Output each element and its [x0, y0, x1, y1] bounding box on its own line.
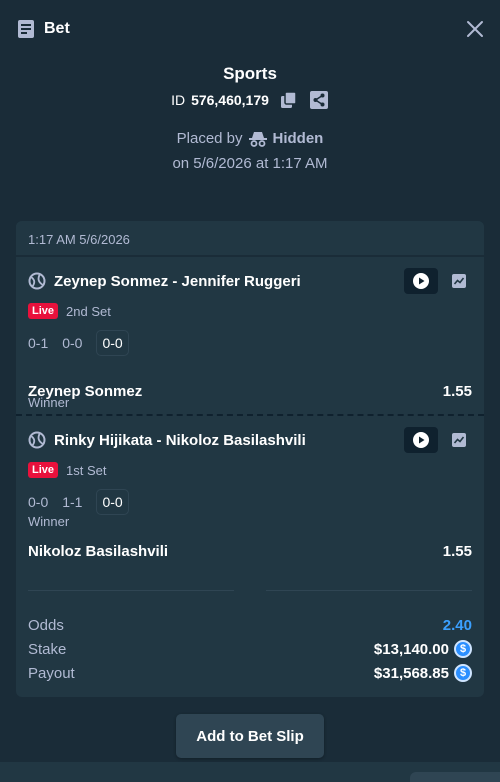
set-score: 1-1 — [62, 494, 83, 510]
selection-row: Nikoloz Basilashvili 1.55 — [28, 543, 472, 560]
usdc-coin-icon: $ — [454, 640, 472, 658]
match-actions — [404, 268, 472, 294]
live-badge: Live — [28, 462, 59, 478]
stats-button[interactable] — [446, 268, 472, 294]
header-title-wrap: Bet — [16, 19, 70, 39]
live-badge: Live — [28, 303, 59, 319]
modal-header: Bet — [0, 0, 500, 60]
placed-by-name: Hidden — [272, 130, 324, 147]
payout-label: Payout — [28, 664, 75, 682]
totals-divider-left — [28, 590, 234, 591]
bet-slip-icon — [18, 20, 34, 38]
payout-value: $31,568.85 — [373, 664, 449, 682]
play-icon — [413, 273, 429, 289]
status-row: Live 1st Set — [28, 462, 106, 478]
payout-value-wrap: $31,568.85 $ — [374, 664, 472, 682]
set-score: 0-0 — [28, 494, 49, 510]
match-actions — [404, 427, 472, 453]
bet-summary: Sports ID 576,460,179 Placed by Hidden o… — [0, 62, 500, 172]
live-stream-button[interactable] — [404, 427, 438, 453]
odds-label: Odds — [28, 616, 64, 634]
period-label: 2nd Set — [66, 303, 111, 319]
stake-value: $13,140.00 — [373, 640, 449, 658]
odds-value: 2.40 — [442, 616, 472, 634]
match-name[interactable]: Zeynep Sonmez - Jennifer Ruggeri — [54, 273, 404, 290]
match-row: Zeynep Sonmez - Jennifer Ruggeri — [28, 267, 472, 295]
header-title: Bet — [44, 20, 70, 37]
period-label: 1st Set — [66, 462, 107, 478]
totals-divider-right — [266, 590, 472, 591]
play-icon — [413, 432, 429, 448]
live-stream-button[interactable] — [404, 268, 438, 294]
market-label: Winner — [28, 514, 70, 529]
status-row: Live 2nd Set — [28, 303, 111, 319]
stake-row: Stake $13,140.00 $ — [28, 637, 472, 661]
chart-icon — [452, 274, 466, 288]
selection-name: Nikoloz Basilashvili — [28, 543, 169, 560]
score-row: 0-1 0-0 0-0 — [28, 330, 129, 356]
sport-title: Sports — [223, 64, 277, 83]
incognito-icon — [248, 131, 267, 147]
placed-by-row: Placed by Hidden — [0, 130, 500, 147]
share-icon[interactable] — [309, 90, 329, 110]
chart-icon — [452, 433, 466, 447]
bet-totals: Odds 2.40 Stake $13,140.00 $ Payout $31,… — [28, 613, 472, 685]
card-timestamp: 1:17 AM 5/6/2026 — [16, 221, 484, 257]
stake-label: Stake — [28, 640, 67, 658]
tennis-ball-icon — [28, 431, 46, 449]
usdc-coin-icon: $ — [454, 664, 472, 682]
bet-id-row: ID 576,460,179 — [0, 90, 500, 110]
selection-odds: 1.55 — [442, 543, 472, 560]
score-row: 0-0 1-1 0-0 — [28, 489, 129, 515]
payout-row: Payout $31,568.85 $ — [28, 661, 472, 685]
current-game-score: 0-0 — [96, 330, 129, 356]
selection-name: Zeynep Sonmez — [28, 383, 143, 400]
add-to-bet-slip-button[interactable]: Add to Bet Slip — [176, 714, 324, 758]
placed-by-label: Placed by — [176, 130, 243, 147]
placed-date: on 5/6/2026 at 1:17 AM — [172, 155, 328, 172]
copy-icon[interactable] — [279, 90, 299, 110]
bet-details-card: 1:17 AM 5/6/2026 Zeynep Sonmez - Jennife… — [16, 221, 484, 697]
match-name[interactable]: Rinky Hijikata - Nikoloz Basilashvili — [54, 432, 404, 449]
stats-button[interactable] — [446, 427, 472, 453]
set-score: 0-1 — [28, 335, 49, 351]
stake-value-wrap: $13,140.00 $ — [374, 640, 472, 658]
bottom-tab[interactable] — [410, 772, 500, 782]
bet-id-label: ID — [171, 92, 186, 108]
bet-id-value: 576,460,179 — [191, 92, 269, 108]
selection-row: Zeynep Sonmez 1.55 — [28, 383, 472, 400]
set-score: 0-0 — [62, 335, 83, 351]
match-row: Rinky Hijikata - Nikoloz Basilashvili — [28, 426, 472, 454]
current-game-score: 0-0 — [96, 489, 129, 515]
tennis-ball-icon — [28, 272, 46, 290]
odds-row: Odds 2.40 — [28, 613, 472, 637]
selection-odds: 1.55 — [442, 383, 472, 400]
close-icon[interactable] — [466, 20, 484, 38]
